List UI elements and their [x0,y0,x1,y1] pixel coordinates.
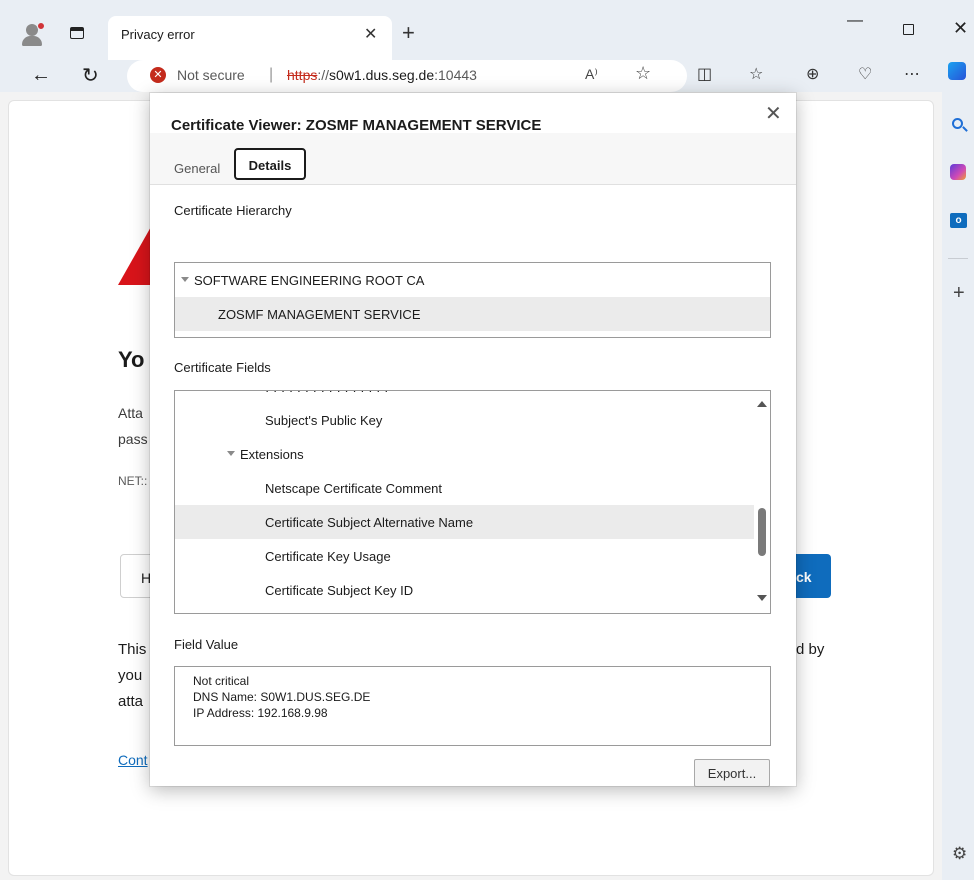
hierarchy-child[interactable]: ZOSMF MANAGEMENT SERVICE [175,297,770,331]
field-value-line: DNS Name: S0W1.DUS.SEG.DE [193,690,371,704]
title-bar: Privacy error ✕ + — ✕ [0,0,974,60]
fields-tree[interactable]: · · · · · · · · · · · · · · · · Subject'… [174,390,771,614]
url-rest-prefix: :// [317,67,330,83]
settings-gear-icon[interactable]: ⚙ [952,844,967,864]
hierarchy-tree[interactable]: SOFTWARE ENGINEERING ROOT CA ZOSMF MANAG… [174,262,771,338]
address-bar[interactable]: ✕ Not secure | https://s0w1.dus.seg.de:1… [127,60,687,92]
field-row-label: Extensions [240,447,304,462]
sidebar-divider [948,258,968,259]
more-icon[interactable]: ⋯ [904,64,920,84]
search-icon[interactable] [950,116,968,134]
page-text: Atta [118,405,143,421]
field-row[interactable]: Subject's Public Key [175,403,754,437]
page-text: pass [118,431,148,447]
warning-triangle-icon [118,225,152,285]
browser-essentials-icon[interactable]: ♡ [858,64,872,84]
error-x-icon[interactable]: ✕ [150,67,166,83]
field-row[interactable]: Netscape Certificate Comment [175,471,754,505]
field-row-selected[interactable]: Certificate Subject Alternative Name [175,505,754,539]
url-port: :10443 [434,67,477,83]
page-text: d by [796,641,825,658]
field-value-line: Not critical [193,674,250,688]
close-icon[interactable]: ✕ [765,101,782,126]
dialog-tabs: General Details [150,133,796,185]
field-row[interactable]: Certificate Subject Key ID [175,573,754,607]
tab-actions-icon[interactable] [70,27,84,39]
scrollbar-thumb[interactable] [758,508,766,556]
url-text[interactable]: https://s0w1.dus.seg.de:10443 [287,67,477,83]
field-value-box[interactable]: Not critical DNS Name: S0W1.DUS.SEG.DE I… [174,666,771,746]
address-separator: | [269,66,274,83]
hierarchy-label: Certificate Hierarchy [174,203,292,218]
favorites-icon[interactable]: ☆ [749,64,763,84]
field-row[interactable]: Extensions [175,437,754,471]
field-value-line: IP Address: 192.168.9.98 [193,706,328,720]
close-icon[interactable]: ✕ [364,24,377,44]
maximize-icon[interactable] [903,24,914,35]
hierarchy-root-label: SOFTWARE ENGINEERING ROOT CA [194,273,425,288]
outlook-icon[interactable]: o [950,213,968,231]
scroll-down-icon[interactable] [757,595,767,601]
favorite-star-icon[interactable]: ☆ [635,63,651,84]
close-icon[interactable]: ✕ [953,18,968,39]
security-label[interactable]: Not secure [177,67,245,83]
field-row-partial: · · · · · · · · · · · · · · · · [265,390,389,398]
go-back-button[interactable]: ck [796,554,831,598]
collections-icon[interactable]: ⊕ [806,64,819,84]
triangle-down-icon[interactable] [181,277,189,283]
profile-icon[interactable] [20,22,45,46]
url-scheme: https [287,67,318,83]
edge-sidebar: o + ⚙ [942,92,974,880]
url-host: s0w1.dus.seg.de [329,67,435,83]
fields-label: Certificate Fields [174,360,271,375]
split-screen-icon[interactable]: ◫ [697,64,712,84]
field-row[interactable]: Certificate Key Usage [175,539,754,573]
tab-general[interactable]: General [174,161,220,176]
page-text: you [118,667,143,684]
field-value-label: Field Value [174,637,239,652]
scroll-up-icon[interactable] [757,401,767,407]
reload-icon[interactable]: ↻ [82,63,99,88]
tab-title: Privacy error [121,27,195,42]
triangle-down-icon[interactable] [227,451,235,457]
back-icon[interactable]: ← [31,64,51,87]
copilot-icon[interactable] [948,62,966,80]
copilot-hex-icon[interactable] [950,164,968,182]
tab-details[interactable]: Details [234,148,306,180]
page-heading: Yo [118,347,145,372]
minimize-icon[interactable]: — [847,12,863,30]
export-button[interactable]: Export... [694,759,770,787]
page-text: This [118,641,147,658]
continue-link[interactable]: Cont [118,752,148,768]
new-tab-icon[interactable]: + [402,20,415,46]
read-aloud-icon[interactable]: A⁾ [585,66,598,83]
hierarchy-root[interactable]: SOFTWARE ENGINEERING ROOT CA [175,263,770,297]
certificate-viewer-dialog: Certificate Viewer: ZOSMF MANAGEMENT SER… [150,93,796,787]
page-text: atta [118,693,144,710]
tab-privacy-error[interactable]: Privacy error ✕ [108,16,392,60]
dialog-title: Certificate Viewer: ZOSMF MANAGEMENT SER… [171,117,542,134]
add-icon[interactable]: + [953,282,965,305]
error-code: NET:: [118,474,148,488]
